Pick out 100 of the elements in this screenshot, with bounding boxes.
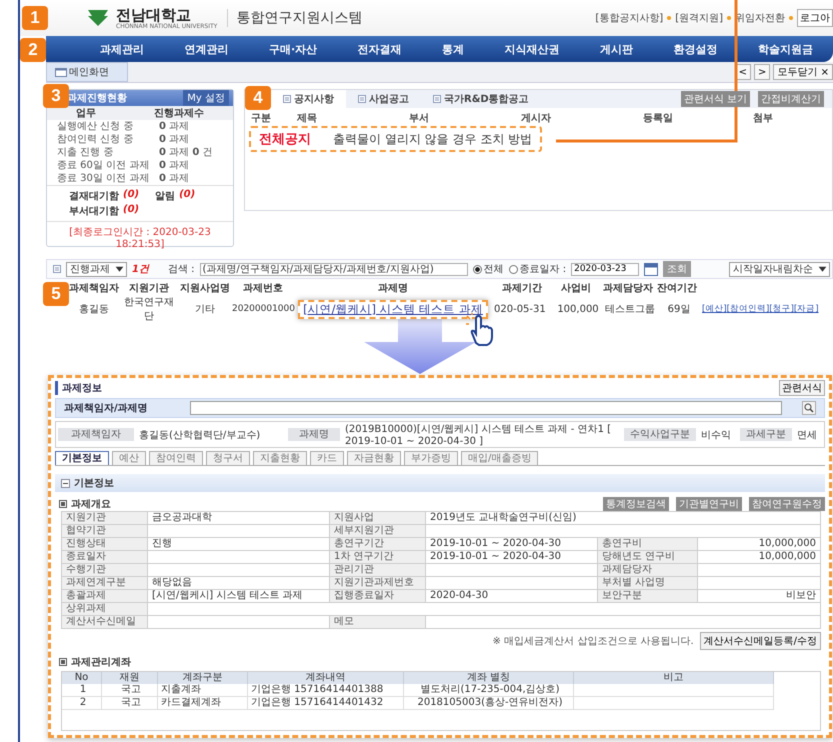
field-label: 종료일자: [62, 551, 148, 564]
header-link[interactable]: [원격지원]: [675, 11, 723, 25]
calendar-icon[interactable]: [644, 262, 658, 276]
field-value: 비수익: [700, 428, 732, 442]
menu-item[interactable]: 통계: [442, 42, 464, 56]
status-task: 지출 진행 중: [57, 146, 114, 159]
field-value: 진행: [148, 538, 330, 551]
field-value: 2019-10-01 ~ 2020-04-30: [426, 551, 598, 564]
menu-item[interactable]: 전자결재: [358, 42, 402, 56]
column-header: 잔여기간: [656, 282, 698, 295]
detail-tab[interactable]: 자금현황: [347, 451, 401, 465]
table-cell: 카드결제계좌: [158, 697, 248, 710]
section-title: 과제정보: [55, 381, 102, 395]
detail-tab[interactable]: 참여인력: [149, 451, 203, 465]
search-field[interactable]: (과제명/연구책임자/과제담당자/과제번호/지원사업): [200, 262, 468, 276]
logout-button[interactable]: 로그아: [797, 9, 833, 27]
mail-register-button[interactable]: 계산서수신메일등록/수정: [700, 632, 821, 650]
field-label: 보안구분: [598, 590, 698, 603]
field-label: 협약기관: [62, 525, 148, 538]
list-icon: [358, 95, 366, 103]
menu-item[interactable]: 지식재산권: [504, 42, 560, 56]
detail-tab[interactable]: 매입/매출증빙: [461, 451, 538, 465]
field-label: 과제명: [288, 428, 340, 441]
notice-tab[interactable]: 공지사항: [271, 90, 346, 108]
table-cell: 2: [62, 697, 102, 710]
field-label: 총연구기간: [330, 538, 426, 551]
table-cell: 국고: [102, 697, 158, 710]
next-tab-button[interactable]: >: [754, 64, 770, 80]
separator-dot-icon: [667, 16, 672, 20]
header-link[interactable]: [통합공지사항]: [595, 11, 664, 25]
search-icon[interactable]: [802, 401, 816, 415]
search-field[interactable]: [190, 401, 782, 415]
menu-item[interactable]: 연계관리: [184, 42, 229, 56]
field-label: 부처별 사업명: [598, 577, 698, 590]
column-header: 과제책임자: [68, 282, 120, 295]
field-value: 비보안: [698, 590, 821, 603]
detail-tab[interactable]: 지출현황: [253, 451, 307, 465]
list-icon: [433, 95, 441, 103]
field-label: 진행상태: [62, 538, 148, 551]
menu-item[interactable]: 과제관리: [100, 42, 144, 56]
table-cell: 지출계좌: [158, 684, 248, 697]
notice-tab[interactable]: 국가R&D통합공고: [421, 90, 541, 108]
table-cell: 1: [62, 684, 102, 697]
field-label: 상위과제: [62, 603, 148, 616]
detail-tab[interactable]: 카드: [310, 451, 344, 465]
menu-item[interactable]: 환경설정: [673, 42, 718, 56]
action-link[interactable]: [예산]: [702, 303, 727, 315]
counter-value: (0): [123, 204, 140, 217]
table-cell-text: 020-05-31: [493, 304, 547, 314]
sort-select[interactable]: 시작일자내림차순: [729, 262, 830, 276]
field-label: 과제책임자: [58, 428, 134, 441]
list-icon: [53, 265, 61, 273]
status-count: 0 과제: [159, 172, 190, 185]
panel-title: 과제진행현황: [67, 92, 127, 105]
field-label: 수행기관: [62, 564, 148, 577]
notice-row[interactable]: 전체공지 출력물이 열리지 않을 경우 조치 방법: [249, 126, 542, 152]
page-tab[interactable]: 메인화면: [46, 62, 128, 82]
project-title-link[interactable]: [시연/웹케시] 시스템 테스트 과제: [298, 300, 488, 318]
detail-tab[interactable]: 청구서: [206, 451, 250, 465]
status-task: 참여인력 신청 중: [57, 133, 134, 146]
field-value: 해당없음: [148, 577, 330, 590]
detail-tab[interactable]: 예산: [112, 451, 146, 465]
column-header: 업무: [76, 107, 96, 120]
field-value: 10,000,000: [698, 538, 821, 551]
my-settings-button[interactable]: My 설정: [183, 90, 229, 106]
action-link[interactable]: [자금]: [794, 303, 819, 315]
menu-item[interactable]: 학술지원금: [758, 42, 813, 56]
subsection-title: 과제관리계좌: [71, 656, 131, 668]
detail-tab[interactable]: 부가증빙: [404, 451, 458, 465]
field-label: 계산서수신메일: [62, 616, 148, 629]
detail-tab[interactable]: 기본정보: [55, 451, 109, 465]
subsection-title: 과제개요: [71, 498, 111, 510]
table-cell-text: 기타: [194, 303, 216, 316]
menu-item[interactable]: 구매·자산: [269, 42, 318, 56]
header-link[interactable]: 위임자전환: [735, 11, 785, 25]
separator-dot-icon: [727, 16, 731, 20]
field-label: 집행종료일자: [330, 590, 426, 603]
table-cell: 기업은행 15716414401432: [248, 697, 404, 710]
status-select[interactable]: 진행과제: [66, 262, 127, 276]
callout-badge: 4: [245, 86, 271, 110]
form-button[interactable]: 관련서식: [779, 380, 825, 396]
field-label: 당해년도 연구비: [598, 551, 698, 564]
column-header: 제목: [297, 112, 318, 125]
column-header: 첨부: [753, 112, 773, 125]
university-logo-text: 전남대학교: [116, 6, 192, 22]
close-all-tabs-button[interactable]: 모두닫기 ×: [773, 64, 833, 80]
action-link[interactable]: [참여인력]: [726, 303, 770, 315]
collapse-icon[interactable]: [61, 478, 70, 488]
column-header: 진행과제수: [154, 107, 204, 120]
menu-item[interactable]: 게시판: [600, 42, 633, 56]
radio-option[interactable]: 전체: [472, 262, 504, 276]
search-label: 검색 :: [168, 263, 195, 276]
date-field[interactable]: 2020-03-23: [571, 262, 640, 276]
notice-tab[interactable]: 사업공고: [346, 90, 421, 108]
action-link[interactable]: [청구]: [769, 303, 794, 315]
radio-option[interactable]: 종료일자 :: [508, 262, 566, 276]
field-label: 총연구비: [598, 538, 698, 551]
section-title: 기본정보: [74, 477, 114, 490]
column-header: 등록일: [643, 112, 674, 125]
field-value: [시연/웹케시] 시스템 테스트 과제: [148, 590, 330, 603]
